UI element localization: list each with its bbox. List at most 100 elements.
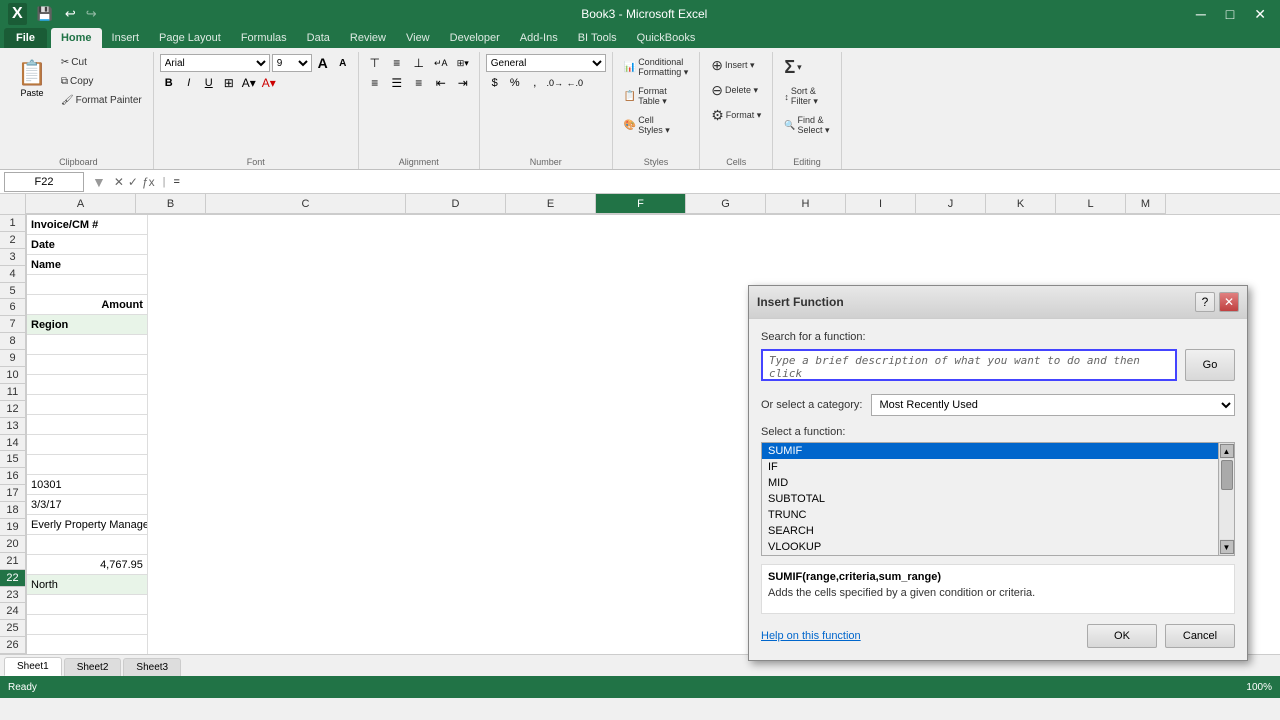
dialog-title-bar[interactable]: Insert Function ? ✕: [749, 286, 1247, 319]
number-format-select[interactable]: General: [486, 54, 606, 72]
cell-h1[interactable]: [27, 355, 148, 375]
align-top-button[interactable]: ⊤: [365, 54, 385, 72]
row-header-5[interactable]: 5: [0, 283, 26, 300]
format-as-table-button[interactable]: 📋 FormatTable ▾: [619, 83, 694, 110]
dialog-close-button[interactable]: ✕: [1219, 292, 1239, 312]
quick-save[interactable]: 💾: [37, 6, 53, 22]
cell-h2[interactable]: [27, 615, 148, 635]
cell-a2[interactable]: 10301: [27, 475, 148, 495]
border-button[interactable]: ⊞: [220, 74, 238, 92]
row-header-14[interactable]: 14: [0, 435, 26, 452]
quick-undo[interactable]: ↩: [65, 6, 76, 22]
row-header-16[interactable]: 16: [0, 468, 26, 485]
col-header-c[interactable]: C: [206, 194, 406, 214]
function-item-if[interactable]: IF: [762, 459, 1218, 475]
row-header-2[interactable]: 2: [0, 232, 26, 249]
sheet-tab-1[interactable]: Sheet1: [4, 657, 62, 676]
confirm-edit-icon[interactable]: ✓: [128, 175, 138, 189]
cell-g2[interactable]: [27, 595, 148, 615]
col-header-g[interactable]: G: [686, 194, 766, 214]
decrease-indent-button[interactable]: ⇤: [431, 74, 451, 92]
sheet-tab-2[interactable]: Sheet2: [64, 658, 122, 676]
cell-b2[interactable]: 3/3/17: [27, 495, 148, 515]
currency-button[interactable]: $: [486, 74, 504, 92]
row-header-11[interactable]: 11: [0, 384, 26, 401]
scroll-thumb[interactable]: [1221, 460, 1233, 490]
insert-cells-button[interactable]: ⊕ Insert ▾: [706, 54, 766, 77]
row-header-26[interactable]: 26: [0, 637, 26, 654]
formula-input[interactable]: [174, 176, 1276, 188]
sheet-tab-3[interactable]: Sheet3: [123, 658, 181, 676]
tab-review[interactable]: Review: [340, 28, 396, 48]
bold-button[interactable]: B: [160, 74, 178, 92]
function-item-vlookup[interactable]: VLOOKUP: [762, 539, 1218, 555]
row-header-8[interactable]: 8: [0, 333, 26, 350]
cell-styles-button[interactable]: 🎨 CellStyles ▾: [619, 112, 694, 139]
cancel-edit-icon[interactable]: ✕: [114, 175, 124, 189]
font-size-select[interactable]: 9: [272, 54, 312, 72]
function-item-trunc[interactable]: TRUNC: [762, 507, 1218, 523]
format-painter-button[interactable]: 🖌Format Painter: [56, 92, 147, 109]
cell-e1[interactable]: Amount: [27, 295, 148, 315]
function-item-subtotal[interactable]: SUBTOTAL: [762, 491, 1218, 507]
tab-formulas[interactable]: Formulas: [231, 28, 297, 48]
row-header-1[interactable]: 1: [0, 215, 26, 232]
tab-file[interactable]: File: [4, 28, 47, 48]
row-header-18[interactable]: 18: [0, 502, 26, 519]
percent-button[interactable]: %: [506, 74, 524, 92]
row-header-7[interactable]: 7: [0, 316, 26, 333]
help-link[interactable]: Help on this function: [761, 630, 861, 642]
decrease-font-button[interactable]: A: [334, 54, 352, 72]
tab-insert[interactable]: Insert: [102, 28, 150, 48]
cut-button[interactable]: ✂Cut: [56, 54, 147, 71]
cell-d2[interactable]: [27, 535, 148, 555]
function-item-mid[interactable]: MID: [762, 475, 1218, 491]
row-header-25[interactable]: 25: [0, 620, 26, 637]
minimize-button[interactable]: ─: [1190, 4, 1212, 25]
cell-c1[interactable]: Name: [27, 255, 148, 275]
function-item-sumif[interactable]: SUMIF: [762, 443, 1218, 459]
wrap-text-button[interactable]: ↵A: [431, 54, 451, 72]
row-header-19[interactable]: 19: [0, 519, 26, 536]
dialog-ok-button[interactable]: OK: [1087, 624, 1157, 648]
decrease-decimal-button[interactable]: ←.0: [566, 74, 584, 92]
comma-button[interactable]: ,: [526, 74, 544, 92]
tab-quickbooks[interactable]: QuickBooks: [627, 28, 706, 48]
tab-home[interactable]: Home: [51, 28, 102, 48]
align-center-button[interactable]: ☰: [387, 74, 407, 92]
tab-data[interactable]: Data: [297, 28, 340, 48]
col-header-l[interactable]: L: [1056, 194, 1126, 214]
cell-c2[interactable]: Everly Property Management: [27, 515, 148, 535]
tab-add-ins[interactable]: Add-Ins: [510, 28, 568, 48]
merge-center-button[interactable]: ⊞▾: [453, 54, 473, 72]
align-middle-button[interactable]: ≡: [387, 54, 407, 72]
copy-button[interactable]: ⧉Copy: [56, 73, 147, 90]
format-cells-button[interactable]: ⚙ Format ▾: [706, 104, 766, 127]
function-scrollbar[interactable]: ▲ ▼: [1218, 443, 1234, 555]
tab-bi-tools[interactable]: BI Tools: [568, 28, 627, 48]
align-right-button[interactable]: ≡: [409, 74, 429, 92]
cell-k1[interactable]: [27, 415, 148, 435]
row-header-24[interactable]: 24: [0, 603, 26, 620]
row-header-10[interactable]: 10: [0, 367, 26, 384]
cell-b1[interactable]: Date: [27, 235, 148, 255]
row-header-9[interactable]: 9: [0, 350, 26, 367]
paste-button[interactable]: 📋 Paste: [10, 54, 54, 103]
col-header-a[interactable]: A: [26, 194, 136, 214]
font-color-button[interactable]: A▾: [260, 74, 278, 92]
row-header-17[interactable]: 17: [0, 485, 26, 502]
row-header-21[interactable]: 21: [0, 553, 26, 570]
scroll-down-button[interactable]: ▼: [1220, 540, 1234, 554]
tab-page-layout[interactable]: Page Layout: [149, 28, 231, 48]
insert-function-icon[interactable]: ƒx: [142, 175, 155, 189]
maximize-button[interactable]: □: [1220, 4, 1240, 25]
tab-developer[interactable]: Developer: [440, 28, 510, 48]
col-header-i[interactable]: I: [846, 194, 916, 214]
conditional-formatting-button[interactable]: 📊 ConditionalFormatting ▾: [619, 54, 694, 81]
cell-f1[interactable]: Region: [27, 315, 148, 335]
cell-l1[interactable]: [27, 435, 148, 455]
find-select-button[interactable]: 🔍 Find &Select ▾: [779, 112, 834, 139]
tab-view[interactable]: View: [396, 28, 440, 48]
italic-button[interactable]: I: [180, 74, 198, 92]
cell-i1[interactable]: [27, 375, 148, 395]
